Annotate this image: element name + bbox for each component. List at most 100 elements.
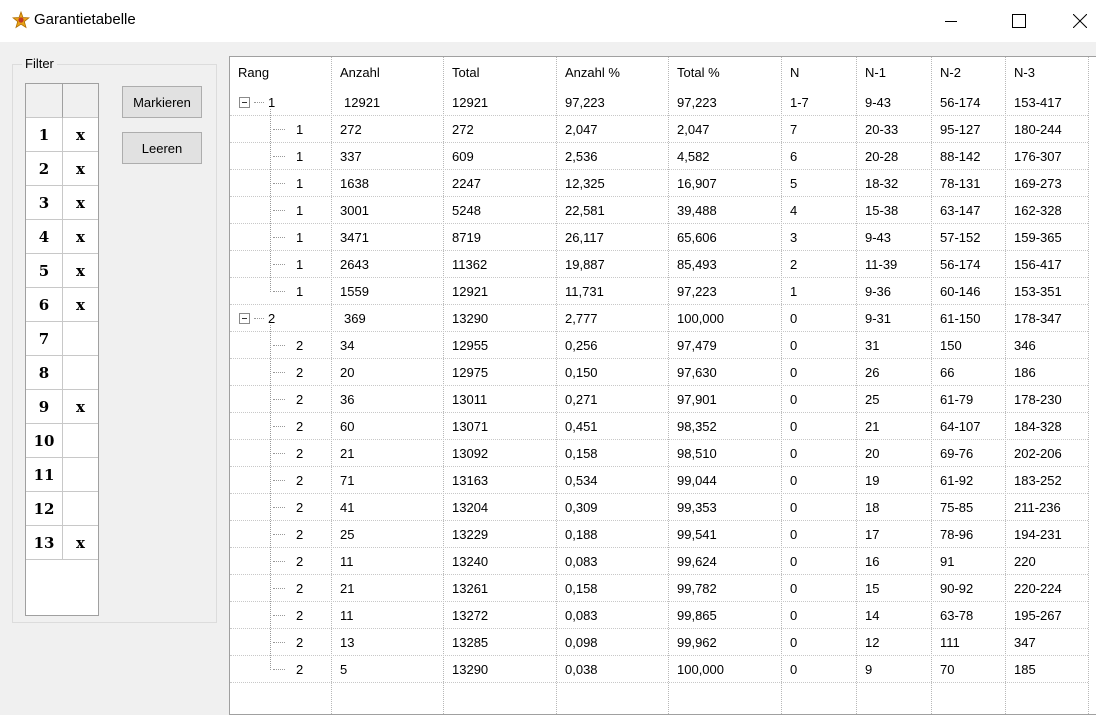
cell-total-pct: 99,541 bbox=[677, 527, 717, 542]
tree-child-row[interactable]: 2 11 13240 0,083 99,624 0 16 91 220 bbox=[230, 548, 1088, 575]
cell-total: 2247 bbox=[452, 176, 481, 191]
cell-total: 13285 bbox=[452, 635, 489, 650]
tree-child-row[interactable]: 1 2643 11362 19,887 85,493 2 11-39 56-174 156-41… bbox=[230, 251, 1088, 278]
filter-row[interactable]: 5x bbox=[26, 254, 98, 288]
tree-child-row[interactable]: 2 60 13071 0,451 98,352 0 21 64-107 184-328 bbox=[230, 413, 1088, 440]
cell-n1: 11-39 bbox=[865, 257, 898, 272]
column-header[interactable]: Total bbox=[452, 65, 479, 80]
filter-row-mark[interactable]: x bbox=[63, 390, 98, 424]
column-header[interactable]: N bbox=[790, 65, 799, 80]
filter-row[interactable]: 4x bbox=[26, 220, 98, 254]
leeren-button[interactable]: Leeren bbox=[122, 132, 202, 164]
cell-total-pct: 97,223 bbox=[677, 284, 717, 299]
garantie-tree-table[interactable]: Rang Anzahl Total Anzahl % Total % N N-1 N-2 N-3… bbox=[229, 56, 1096, 715]
cell-total-pct: 97,479 bbox=[677, 338, 717, 353]
cell-n2: 61-150 bbox=[940, 311, 981, 326]
cell-anzahl: 1559 bbox=[340, 284, 369, 299]
tree-child-row[interactable]: 2 20 12975 0,150 97,630 0 26 66 186 bbox=[230, 359, 1088, 386]
filter-row-number: 13 bbox=[26, 526, 63, 560]
tree-child-row[interactable]: 2 13 13285 0,098 99,962 0 12 111 347 bbox=[230, 629, 1088, 656]
cell-n1: 25 bbox=[865, 392, 880, 407]
tree-parent-row[interactable]: 2 369 13290 2,777 100,000 0 9-31 61-150 178-347 bbox=[230, 305, 1088, 332]
column-header[interactable]: Total % bbox=[677, 65, 720, 80]
cell-n1: 9 bbox=[865, 662, 873, 677]
filter-row[interactable]: 11 bbox=[26, 458, 98, 492]
filter-row[interactable]: 12 bbox=[26, 492, 98, 526]
column-header[interactable]: Rang bbox=[238, 65, 269, 80]
cell-anzahl-pct: 0,083 bbox=[565, 608, 598, 623]
cell-anzahl: 11 bbox=[340, 608, 354, 623]
markieren-button[interactable]: Markieren bbox=[122, 86, 202, 118]
cell-n1: 16 bbox=[865, 554, 880, 569]
cell-anzahl: 36 bbox=[340, 392, 355, 407]
filter-row-mark[interactable]: x bbox=[63, 220, 98, 254]
filter-row-mark[interactable]: x bbox=[63, 254, 98, 288]
filter-row-mark[interactable]: x bbox=[63, 186, 98, 220]
filter-row-mark[interactable] bbox=[63, 322, 98, 356]
column-header[interactable]: N-1 bbox=[865, 65, 886, 80]
cell-anzahl: 21 bbox=[340, 446, 355, 461]
filter-row-mark[interactable] bbox=[63, 356, 98, 390]
tree-child-row[interactable]: 2 34 12955 0,256 97,479 0 31 150 346 bbox=[230, 332, 1088, 359]
tree-child-row[interactable]: 1 3471 8719 26,117 65,606 3 9-43 57-152 159-365 bbox=[230, 224, 1088, 251]
cell-rang: 1 bbox=[268, 95, 276, 110]
filter-row[interactable]: 2x bbox=[26, 152, 98, 186]
filter-grid[interactable]: 1 x 2 x 3 x 4 x 5 x 6 x 7 8 9 x 10 11 12 13 x bbox=[25, 83, 99, 616]
filter-row[interactable]: 3x bbox=[26, 186, 98, 220]
filter-row-mark[interactable] bbox=[63, 492, 98, 526]
filter-row-number: 4 bbox=[26, 220, 63, 254]
filter-row-mark[interactable]: x bbox=[63, 526, 98, 560]
filter-row-number: 5 bbox=[26, 254, 63, 288]
filter-row[interactable]: 10 bbox=[26, 424, 98, 458]
collapse-toggle-icon[interactable] bbox=[239, 97, 250, 108]
cell-total: 13290 bbox=[452, 662, 489, 677]
cell-n: 0 bbox=[790, 365, 798, 380]
filter-row-mark[interactable]: x bbox=[63, 118, 98, 152]
cell-n: 0 bbox=[790, 500, 798, 515]
cell-total-pct: 2,047 bbox=[677, 122, 710, 137]
column-header[interactable]: Anzahl % bbox=[565, 65, 620, 80]
tree-parent-row[interactable]: 1 12921 12921 97,223 97,223 1-7 9-43 56-174 153-… bbox=[230, 89, 1088, 116]
tree-child-row[interactable]: 2 41 13204 0,309 99,353 0 18 75-85 211-236 bbox=[230, 494, 1088, 521]
cell-anzahl-pct: 0,038 bbox=[565, 662, 598, 677]
filter-row[interactable]: 7 bbox=[26, 322, 98, 356]
filter-row[interactable]: 9x bbox=[26, 390, 98, 424]
tree-child-row[interactable]: 2 11 13272 0,083 99,865 0 14 63-78 195-267 bbox=[230, 602, 1088, 629]
filter-row-mark[interactable] bbox=[63, 458, 98, 492]
column-header[interactable]: N-2 bbox=[940, 65, 961, 80]
window-client-area: Filter 1 x 2 x 3 x 4 x 5 x 6 x 7 8 9 x 10 11 12 13 x Markier… bbox=[0, 42, 1096, 715]
cell-n3: 183-252 bbox=[1014, 473, 1062, 488]
tree-child-row[interactable]: 1 1638 2247 12,325 16,907 5 18-32 78-131 169-273 bbox=[230, 170, 1088, 197]
filter-row[interactable]: 6x bbox=[26, 288, 98, 322]
tree-child-row[interactable]: 1 337 609 2,536 4,582 6 20-28 88-142 176-307 bbox=[230, 143, 1088, 170]
tree-child-row[interactable]: 2 25 13229 0,188 99,541 0 17 78-96 194-231 bbox=[230, 521, 1088, 548]
tree-child-row[interactable]: 1 272 272 2,047 2,047 7 20-33 95-127 180-244 bbox=[230, 116, 1088, 143]
close-button[interactable] bbox=[1064, 0, 1096, 42]
filter-row[interactable]: 13 x bbox=[26, 526, 98, 560]
cell-total-pct: 99,962 bbox=[677, 635, 717, 650]
collapse-toggle-icon[interactable] bbox=[239, 313, 250, 324]
cell-n: 0 bbox=[790, 635, 798, 650]
filter-row[interactable]: 1x bbox=[26, 118, 98, 152]
tree-child-row[interactable]: 1 1559 12921 11,731 97,223 1 9-36 60-146 153-351 bbox=[230, 278, 1088, 305]
cell-total-pct: 4,582 bbox=[677, 149, 710, 164]
tree-child-row[interactable]: 2 5 13290 0,038 100,000 0 9 70 185 bbox=[230, 656, 1088, 683]
column-header[interactable]: Anzahl bbox=[340, 65, 380, 80]
tree-child-row[interactable]: 2 71 13163 0,534 99,044 0 19 61-92 183-252 bbox=[230, 467, 1088, 494]
tree-child-row[interactable]: 2 21 13092 0,158 98,510 0 20 69-76 202-206 bbox=[230, 440, 1088, 467]
cell-anzahl: 2643 bbox=[340, 257, 369, 272]
tree-child-row[interactable]: 2 21 13261 0,158 99,782 0 15 90-92 220-224 bbox=[230, 575, 1088, 602]
cell-n1: 31 bbox=[865, 338, 880, 353]
minimize-button[interactable] bbox=[928, 0, 974, 42]
column-header[interactable]: N-3 bbox=[1014, 65, 1035, 80]
filter-row-mark[interactable] bbox=[63, 424, 98, 458]
cell-n3: 194-231 bbox=[1014, 527, 1062, 542]
filter-row[interactable]: 8 bbox=[26, 356, 98, 390]
tree-child-row[interactable]: 2 36 13011 0,271 97,901 0 25 61-79 178-230 bbox=[230, 386, 1088, 413]
filter-row-mark[interactable]: x bbox=[63, 152, 98, 186]
tree-child-row[interactable]: 1 3001 5248 22,581 39,488 4 15-38 63-147 162-328 bbox=[230, 197, 1088, 224]
maximize-button[interactable] bbox=[996, 0, 1042, 42]
tree-connector bbox=[273, 426, 285, 427]
filter-row-mark[interactable]: x bbox=[63, 288, 98, 322]
cell-n3: 156-417 bbox=[1014, 257, 1062, 272]
